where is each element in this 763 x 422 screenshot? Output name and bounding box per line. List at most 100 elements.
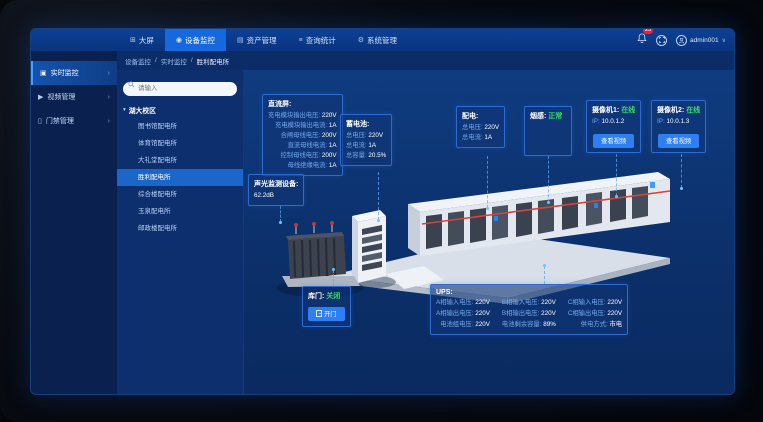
leader-dot [486,207,489,210]
user-menu[interactable]: admin001 ∨ [676,35,726,46]
main-sidebar: ▣ 实时监控 › ▶ 视频管理 › ▯ 门禁管理 › [31,51,117,395]
asset-icon: ▤ [237,36,244,44]
bell-icon [637,33,647,44]
tree-item-substation[interactable]: 大礼堂配电所 [123,152,237,169]
notification-bell-button[interactable]: 25 [637,31,647,49]
metric-label: 直流母线电流: [288,142,328,149]
metric-label: 电池剩余容量: [502,321,542,328]
leader-dot [547,201,550,204]
tree-expand-icon: ▾ [123,107,126,113]
tree-root-label: 湖大校区 [129,105,156,115]
tree-item-substation[interactable]: 图书馆配电所 [123,118,237,135]
metric-value: 220V [322,112,337,119]
sidebar-item-realtime-monitoring[interactable]: ▣ 实时监控 › [31,61,117,85]
tab-dashboard[interactable]: ⊞ 大屏 [119,29,165,51]
tree-item-substation[interactable]: 邮政楼配电所 [123,220,237,237]
metric-label: B相输入电压: [502,299,539,306]
open-door-button[interactable]: 开门 [308,307,345,321]
leader-dot [377,219,380,222]
metric-value: 220V [368,132,383,139]
view-video-button[interactable]: 查看视频 [593,134,634,148]
panel-title: 蓄电池: [346,119,386,129]
panel-title: 摄像机1: [592,107,619,114]
tree-item-substation[interactable]: 综合楼配电所 [123,186,237,203]
tab-asset-management[interactable]: ▤ 资产管理 [226,29,288,51]
sidebar-item-access-control[interactable]: ▯ 门禁管理 › [31,109,117,133]
tab-device-monitoring[interactable]: ◉ 设备监控 [165,29,226,51]
ip-label: IP: [657,118,665,125]
sidebar-item-video-management[interactable]: ▶ 视频管理 › [31,85,117,109]
panel-title: 库门: [308,293,324,300]
sidebar-item-label: 视频管理 [47,92,75,102]
sidebar-item-label: 门禁管理 [46,116,74,126]
metric-label: 充电模块输出电压: [268,112,320,119]
leader-dot [279,221,282,224]
metric-label: 总电流: [346,142,367,149]
leader-dot [332,268,335,271]
chevron-right-icon: › [108,70,110,77]
door-status: 关闭 [326,293,340,300]
metric-value: 1A [329,162,337,169]
metric-label: 电池组电压: [440,321,473,328]
breadcrumb-current-substation: 胜利配电所 [197,56,230,66]
leader-line-door [333,270,334,286]
screenshot-frame: ⊞ 大屏 ◉ 设备监控 ▤ 资产管理 ≡ 查询统计 ⚙ 系统管理 [0,0,763,422]
panel-ups: UPS: A相输入电压: 220V B相输入电压: 220V C相输入电压: 2… [430,284,628,335]
view-video-button[interactable]: 查看视频 [658,134,699,148]
metric-value: 220V [607,299,622,306]
metric-label: 总电压: [462,124,483,131]
breadcrumb-separator: / [155,57,157,64]
tab-label: 系统管理 [367,35,397,46]
chevron-right-icon: › [108,118,110,125]
metric-value: 1A [329,142,337,149]
metric-value: 220V [475,321,490,328]
user-avatar [676,35,687,46]
metric-value: 220V [484,124,499,131]
panel-distribution: 配电: 总电压: 220V 总电流: 1A [456,106,505,148]
tab-system-management[interactable]: ⚙ 系统管理 [347,29,408,51]
leader-line-noise [280,206,281,222]
door-access-icon: ▯ [38,117,42,125]
leader-line-battery [378,172,379,220]
fullscreen-button[interactable] [656,35,667,46]
metric-value: 220V [607,310,622,317]
metric-label: C相输入电压: [568,299,606,306]
tab-label: 资产管理 [247,35,277,46]
search-icon [128,81,135,88]
metric-label: 合闸母线电压: [281,132,321,139]
metric-value: 220V [541,310,556,317]
tree-search-input[interactable] [123,82,237,96]
camera-ip: 10.0.1.3 [666,118,689,125]
chevron-right-icon: › [108,94,110,101]
breadcrumb-realtime-monitoring[interactable]: 实时监控 [161,56,187,66]
tree-item-list: 图书馆配电所 体育馆配电所 大礼堂配电所 胜利配电所 综合楼配电所 玉泉配电所 … [123,118,237,237]
camera-status: 在线 [621,107,635,114]
open-door-label: 开门 [324,309,337,318]
video-icon: ▶ [38,93,43,101]
tree-item-substation[interactable]: 玉泉配电所 [123,203,237,220]
tree-search [123,77,237,96]
panel-noise-monitor: 声光监测设备: 62.2dB [248,174,304,206]
metric-value: 220V [475,310,490,317]
panel-title: 声光监测设备: [254,179,298,189]
tree-item-substation-selected[interactable]: 胜利配电所 [117,169,243,186]
tree-root-campus[interactable]: ▾ 湖大校区 [123,105,237,115]
tree-item-substation[interactable]: 体育馆配电所 [123,135,237,152]
breadcrumb-device-monitoring[interactable]: 设备监控 [125,56,151,66]
top-nav-bar: ⊞ 大屏 ◉ 设备监控 ▤ 资产管理 ≡ 查询统计 ⚙ 系统管理 [31,29,734,51]
panel-title: 摄像机2: [657,107,684,114]
tab-query-statistics[interactable]: ≡ 查询统计 [288,29,347,51]
user-icon [678,37,685,44]
monitor-icon: ◉ [176,36,182,44]
ups-metrics-grid: A相输入电压: 220V B相输入电压: 220V C相输入电压: 220V A… [436,298,622,330]
metric-value: 市电 [609,321,622,328]
panel-title: 直流屏: [268,99,337,109]
gear-icon: ⚙ [358,36,364,44]
leader-line-camera2 [681,154,682,188]
metric-label: 总电流: [462,134,483,141]
smoke-status: 正常 [548,113,562,120]
metric-value: 89% [543,321,556,328]
panel-title: 烟感: [530,113,546,120]
door-icon [316,310,322,317]
camera-ip: 10.0.1.2 [601,118,624,125]
